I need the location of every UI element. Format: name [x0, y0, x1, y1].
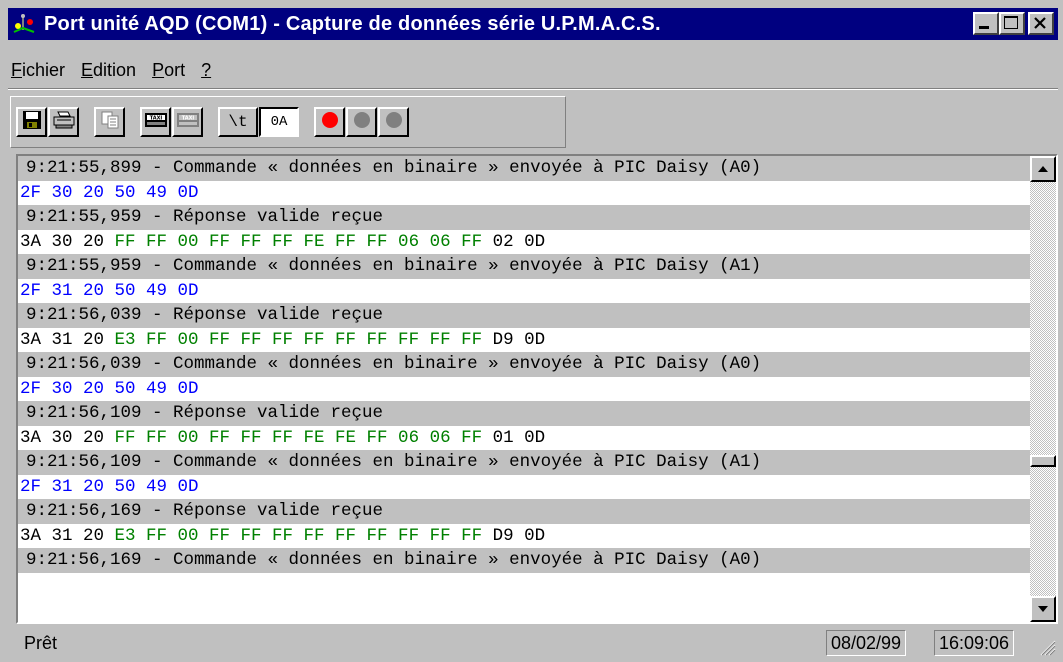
hex-0a-button[interactable]: 0A: [259, 107, 299, 137]
close-button[interactable]: [1028, 12, 1054, 35]
arrow-down-icon: [1038, 606, 1048, 612]
log-content[interactable]: 9:21:55,899 - Commande « données en bina…: [18, 156, 1030, 622]
log-header-text: 9:21:56,039 - Réponse valide reçue: [26, 305, 384, 325]
toolbar: TAXI TAXI \t 0A: [16, 100, 410, 144]
status-date: 08/02/99: [826, 630, 907, 656]
log-sent-bytes: 2F 31 20 50 49 0D: [20, 476, 199, 497]
log-received-row: 3A 31 20 E3 FF 00 FF FF FF FF FF FF FF F…: [18, 327, 1030, 352]
log-header-row: 9:21:56,109 - Commande « données en bina…: [18, 450, 1030, 475]
app-icon[interactable]: [12, 12, 38, 36]
log-header-text: 9:21:55,959 - Réponse valide reçue: [26, 207, 384, 227]
log-sent-row: 2F 31 20 50 49 0D: [18, 278, 1030, 303]
window-title: Port unité AQD (COM1) - Capture de donné…: [44, 12, 661, 35]
log-received-row: 3A 30 20 FF FF 00 FF FF FF FE FE FF 06 0…: [18, 425, 1030, 450]
log-header-text: 9:21:56,109 - Commande « données en bina…: [26, 452, 762, 472]
log-header-row: 9:21:56,039 - Commande « données en bina…: [18, 352, 1030, 377]
main-window: Port unité AQD (COM1) - Capture de donné…: [0, 0, 1063, 662]
log-received-row: 3A 30 20 FF FF 00 FF FF FF FE FF FF 06 0…: [18, 229, 1030, 254]
log-received-row: 3A 31 20 E3 FF 00 FF FF FF FF FF FF FF F…: [18, 523, 1030, 548]
log-received-suffix: 01 0D: [482, 427, 546, 448]
log-received-payload: FF FF 00 FF FF FF FE FF FF 06 06 FF: [114, 231, 483, 252]
log-header-row: 9:21:56,039 - Réponse valide reçue: [18, 303, 1030, 328]
taxi-disabled-icon: TAXI: [176, 110, 200, 135]
svg-text:TAXI: TAXI: [149, 115, 162, 121]
log-received-suffix: 02 0D: [482, 231, 546, 252]
log-sent-bytes: 2F 30 20 50 49 0D: [20, 378, 199, 399]
log-header-text: 9:21:56,169 - Réponse valide reçue: [26, 501, 384, 521]
tab-escape-label: \t: [228, 113, 248, 131]
log-header-text: 9:21:56,109 - Réponse valide reçue: [26, 403, 384, 423]
title-bar[interactable]: Port unité AQD (COM1) - Capture de donné…: [8, 8, 1058, 40]
print-button[interactable]: [48, 107, 79, 137]
record-gray-icon: [353, 111, 371, 134]
svg-text:TAXI: TAXI: [181, 115, 194, 121]
copy-button[interactable]: [94, 107, 125, 137]
log-sent-bytes: 2F 31 20 50 49 0D: [20, 280, 199, 301]
arrow-up-icon: [1038, 166, 1048, 172]
menu-help[interactable]: ?: [195, 60, 221, 81]
tab-escape-button[interactable]: \t: [218, 107, 258, 137]
menu-edition[interactable]: Edition: [75, 60, 146, 81]
log-header-text: 9:21:56,169 - Commande « données en bina…: [26, 550, 762, 570]
hex-0a-label: 0A: [270, 114, 288, 130]
log-received-payload: E3 FF 00 FF FF FF FF FF FF FF FF FF: [114, 329, 483, 350]
log-sent-row: 2F 30 20 50 49 0D: [18, 376, 1030, 401]
log-received-suffix: D9 0D: [482, 525, 546, 546]
menu-bar: Fichier Edition Port ?: [8, 56, 221, 84]
maximize-button[interactable]: [999, 12, 1025, 35]
status-time: 16:09:06: [934, 630, 1015, 656]
copy-icon: [100, 110, 120, 135]
log-header-row: 9:21:55,899 - Commande « données en bina…: [18, 156, 1030, 181]
log-header-row: 9:21:56,169 - Réponse valide reçue: [18, 499, 1030, 524]
save-icon: [22, 110, 42, 135]
log-sent-row: 2F 30 20 50 49 0D: [18, 180, 1030, 205]
log-header-text: 9:21:55,899 - Commande « données en bina…: [26, 158, 762, 178]
log-received-suffix: D9 0D: [482, 329, 546, 350]
stop-button[interactable]: [378, 107, 409, 137]
status-text: Prêt: [24, 632, 58, 653]
log-received-prefix: 3A 31 20: [20, 329, 115, 350]
log-received-prefix: 3A 31 20: [20, 525, 115, 546]
minimize-button[interactable]: [973, 12, 999, 35]
scroll-up-button[interactable]: [1030, 156, 1056, 182]
print-icon: [53, 110, 75, 135]
scroll-down-button[interactable]: [1030, 596, 1056, 622]
log-received-payload: FF FF 00 FF FF FF FE FE FF 06 06 FF: [114, 427, 483, 448]
taxi-disabled-button[interactable]: TAXI: [172, 107, 203, 137]
vertical-scrollbar[interactable]: [1030, 156, 1056, 622]
menu-port[interactable]: Port: [146, 60, 195, 81]
taxi-icon: TAXI: [144, 110, 168, 135]
record-red-icon: [321, 111, 339, 134]
log-header-row: 9:21:55,959 - Commande « données en bina…: [18, 254, 1030, 279]
status-bar: Prêt 08/02/99 16:09:06: [8, 628, 1058, 658]
log-header-text: 9:21:56,039 - Commande « données en bina…: [26, 354, 762, 374]
log-received-prefix: 3A 30 20: [20, 427, 115, 448]
record-button[interactable]: [314, 107, 345, 137]
save-button[interactable]: [16, 107, 47, 137]
log-header-row: 9:21:56,169 - Commande « données en bina…: [18, 548, 1030, 573]
log-view[interactable]: 9:21:55,899 - Commande « données en bina…: [16, 154, 1058, 624]
log-sent-row: 2F 31 20 50 49 0D: [18, 474, 1030, 499]
log-sent-bytes: 2F 30 20 50 49 0D: [20, 182, 199, 203]
pause-button[interactable]: [346, 107, 377, 137]
log-header-row: 9:21:56,109 - Réponse valide reçue: [18, 401, 1030, 426]
log-received-payload: E3 FF 00 FF FF FF FF FF FF FF FF FF: [114, 525, 483, 546]
log-header-row: 9:21:55,959 - Réponse valide reçue: [18, 205, 1030, 230]
record-gray-icon: [385, 111, 403, 134]
menu-separator: [8, 88, 1058, 90]
log-header-text: 9:21:55,959 - Commande « données en bina…: [26, 256, 762, 276]
menu-fichier[interactable]: Fichier: [8, 60, 75, 81]
taxi-button[interactable]: TAXI: [140, 107, 171, 137]
log-received-prefix: 3A 30 20: [20, 231, 115, 252]
scroll-thumb[interactable]: [1030, 455, 1056, 468]
resize-grip-icon[interactable]: [1036, 636, 1056, 656]
